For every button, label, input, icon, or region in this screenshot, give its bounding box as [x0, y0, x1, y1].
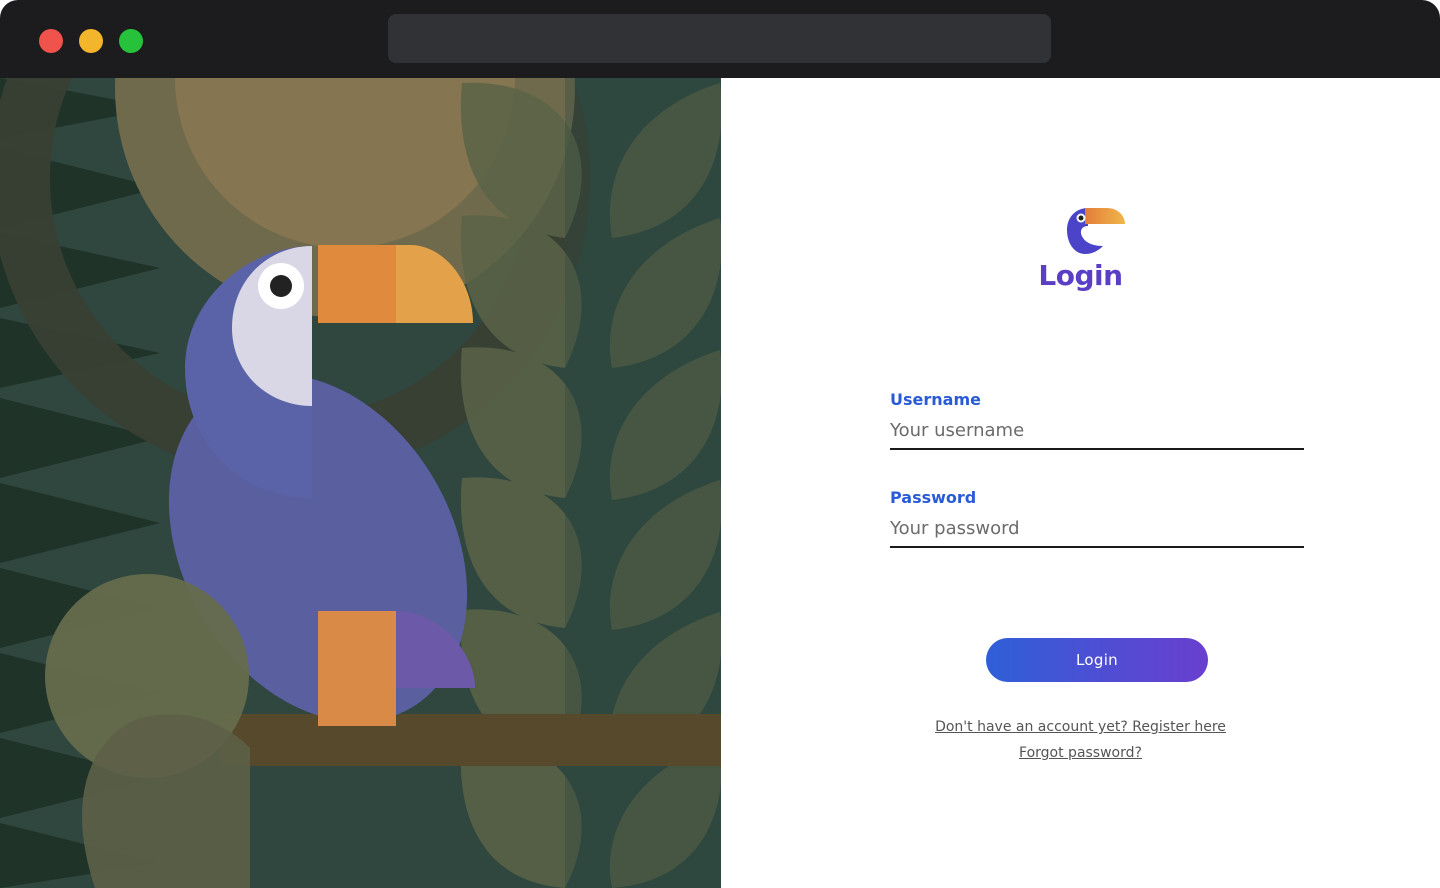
register-link-row: Don't have an account yet? Register here	[721, 719, 1440, 735]
forgot-password-link-row: Forgot password?	[721, 745, 1440, 761]
password-input[interactable]	[890, 510, 1304, 548]
address-bar[interactable]	[388, 14, 1051, 63]
password-label: Password	[890, 488, 977, 507]
toucan-illustration	[0, 78, 721, 888]
toucan-illustration-graphic	[0, 78, 721, 888]
maximize-window-button[interactable]	[119, 29, 143, 53]
forgot-password-link[interactable]: Forgot password?	[1019, 745, 1142, 761]
minimize-window-button[interactable]	[79, 29, 103, 53]
username-label: Username	[890, 390, 981, 409]
close-window-button[interactable]	[39, 29, 63, 53]
toucan-logo-icon	[1067, 208, 1125, 254]
password-field-group: Password	[890, 488, 1304, 548]
title-bar	[0, 0, 1440, 78]
username-input[interactable]	[890, 412, 1304, 450]
page-title: Login	[1038, 259, 1123, 292]
browser-window: Login Username Password Login Don't have…	[0, 0, 1440, 888]
login-panel: Login Username Password Login Don't have…	[721, 78, 1440, 888]
register-link[interactable]: Don't have an account yet? Register here	[935, 719, 1226, 735]
username-field-group: Username	[890, 390, 1304, 450]
login-button[interactable]: Login	[986, 638, 1208, 682]
